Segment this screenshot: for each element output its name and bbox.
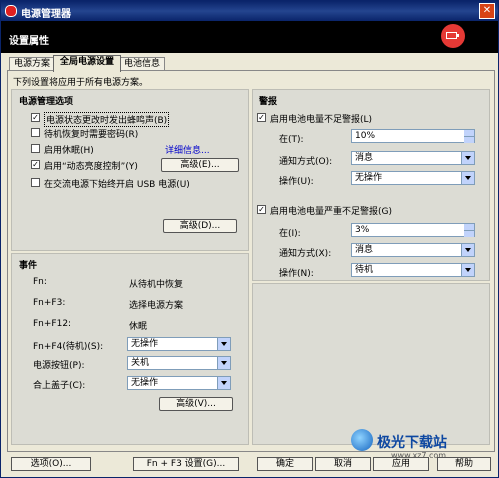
fnf4-label: Fn+F4(待机)(S): xyxy=(33,342,104,352)
power-options-title: 电源管理选项 xyxy=(19,97,74,107)
watermark-text: 极光下载站 xyxy=(377,435,447,451)
chevron-down-icon[interactable] xyxy=(461,264,474,276)
apply-button[interactable]: 应用 xyxy=(373,457,429,471)
critical-action-select[interactable]: 待机 xyxy=(351,263,475,277)
fn-label: Fn: xyxy=(33,277,47,287)
chevron-down-icon[interactable] xyxy=(217,377,230,389)
hibernate-label[interactable]: 启用休眠(H) xyxy=(44,143,94,156)
fnf12-value: 休眠 xyxy=(129,322,148,332)
brightness-label[interactable]: 启用“动态亮度控制”(Y) xyxy=(44,159,138,172)
low-alarm-checkbox[interactable]: ✓ xyxy=(257,113,266,122)
window-title: 电源管理器 xyxy=(21,9,71,20)
beep-label[interactable]: 电源状态更改时发出蜂鸣声(B) xyxy=(44,112,170,127)
header-bar: 设置属性 xyxy=(1,21,498,53)
advanced-e-button[interactable]: 高级(E)... xyxy=(161,158,239,172)
tab-power-schemes[interactable]: 电源方案 xyxy=(9,57,55,71)
low-at-label: 在(T): xyxy=(279,135,304,145)
details-link[interactable]: 详细信息... xyxy=(165,143,210,156)
low-notify-label: 通知方式(O): xyxy=(279,157,333,167)
cancel-button[interactable]: 取消 xyxy=(315,457,371,471)
power-manager-window: 电源管理器 ✕ 设置属性 电源方案 全局电源设置 电池信息 下列设置将应用于所有… xyxy=(0,0,499,478)
lid-label: 合上盖子(C): xyxy=(33,381,86,391)
usb-label[interactable]: 在交流电源下始终开启 USB 电源(U) xyxy=(44,177,190,190)
tab-battery-info[interactable]: 电池信息 xyxy=(119,57,165,71)
beep-checkbox[interactable]: ✓ xyxy=(31,113,40,122)
close-button[interactable]: ✕ xyxy=(479,3,495,19)
usb-checkbox[interactable] xyxy=(31,178,40,187)
app-icon xyxy=(5,5,17,17)
fnf12-label: Fn+F12: xyxy=(33,319,72,329)
lid-select[interactable]: 无操作 xyxy=(127,376,231,390)
brightness-checkbox[interactable]: ✓ xyxy=(31,160,40,169)
fnf4-select[interactable]: 无操作 xyxy=(127,337,231,351)
password-checkbox[interactable] xyxy=(31,128,40,137)
options-button[interactable]: 选项(O)... xyxy=(11,457,91,471)
description: 下列设置将应用于所有电源方案。 xyxy=(13,78,149,88)
help-button[interactable]: 帮助 xyxy=(437,457,491,471)
low-action-label: 操作(U): xyxy=(279,177,314,187)
chevron-down-icon[interactable] xyxy=(217,357,230,369)
critical-notify-select[interactable]: 消息 xyxy=(351,243,475,257)
watermark: 极光下载站 www.xz7.com xyxy=(351,429,471,460)
fnf3-value: 选择电源方案 xyxy=(129,301,184,311)
low-action-select[interactable]: 无操作 xyxy=(351,171,475,185)
power-button-select[interactable]: 关机 xyxy=(127,356,231,370)
ok-button[interactable]: 确定 xyxy=(257,457,313,471)
header-label: 设置属性 xyxy=(9,36,49,47)
critical-alarm-checkbox[interactable]: ✓ xyxy=(257,205,266,214)
hibernate-checkbox[interactable] xyxy=(31,144,40,153)
low-alarm-label[interactable]: 启用电池电量不足警报(L) xyxy=(270,112,372,125)
critical-alarm-label[interactable]: 启用电池电量严重不足警报(G) xyxy=(270,204,392,217)
blank-panel xyxy=(252,283,490,445)
password-label[interactable]: 待机恢复时需要密码(R) xyxy=(44,127,138,140)
fn-value: 从待机中恢复 xyxy=(129,280,184,290)
tab-global-settings[interactable]: 全局电源设置 xyxy=(53,55,121,72)
chevron-down-icon[interactable] xyxy=(461,172,474,184)
low-level-spinner[interactable]: 10% xyxy=(351,129,475,143)
advanced-v-button[interactable]: 高级(V)... xyxy=(159,397,233,411)
watermark-logo-icon xyxy=(351,429,373,451)
low-notify-select[interactable]: 消息 xyxy=(351,151,475,165)
critical-at-label: 在(I): xyxy=(279,229,301,239)
chevron-down-icon[interactable] xyxy=(217,338,230,350)
critical-level-spinner[interactable]: 3% xyxy=(351,223,475,237)
alarms-title: 警报 xyxy=(259,97,278,107)
fnf3-label: Fn+F3: xyxy=(33,298,66,308)
power-button-label: 电源按钮(P): xyxy=(33,361,85,371)
chevron-down-icon[interactable] xyxy=(461,244,474,256)
fnf3-settings-button[interactable]: Fn + F3 设置(G)... xyxy=(133,457,239,471)
critical-notify-label: 通知方式(X): xyxy=(279,249,332,259)
events-title: 事件 xyxy=(19,261,38,271)
title-bar: 电源管理器 ✕ xyxy=(1,1,498,21)
critical-action-label: 操作(N): xyxy=(279,269,314,279)
advanced-d-button[interactable]: 高级(D)... xyxy=(163,219,237,233)
battery-icon xyxy=(441,24,465,48)
chevron-down-icon[interactable] xyxy=(461,152,474,164)
